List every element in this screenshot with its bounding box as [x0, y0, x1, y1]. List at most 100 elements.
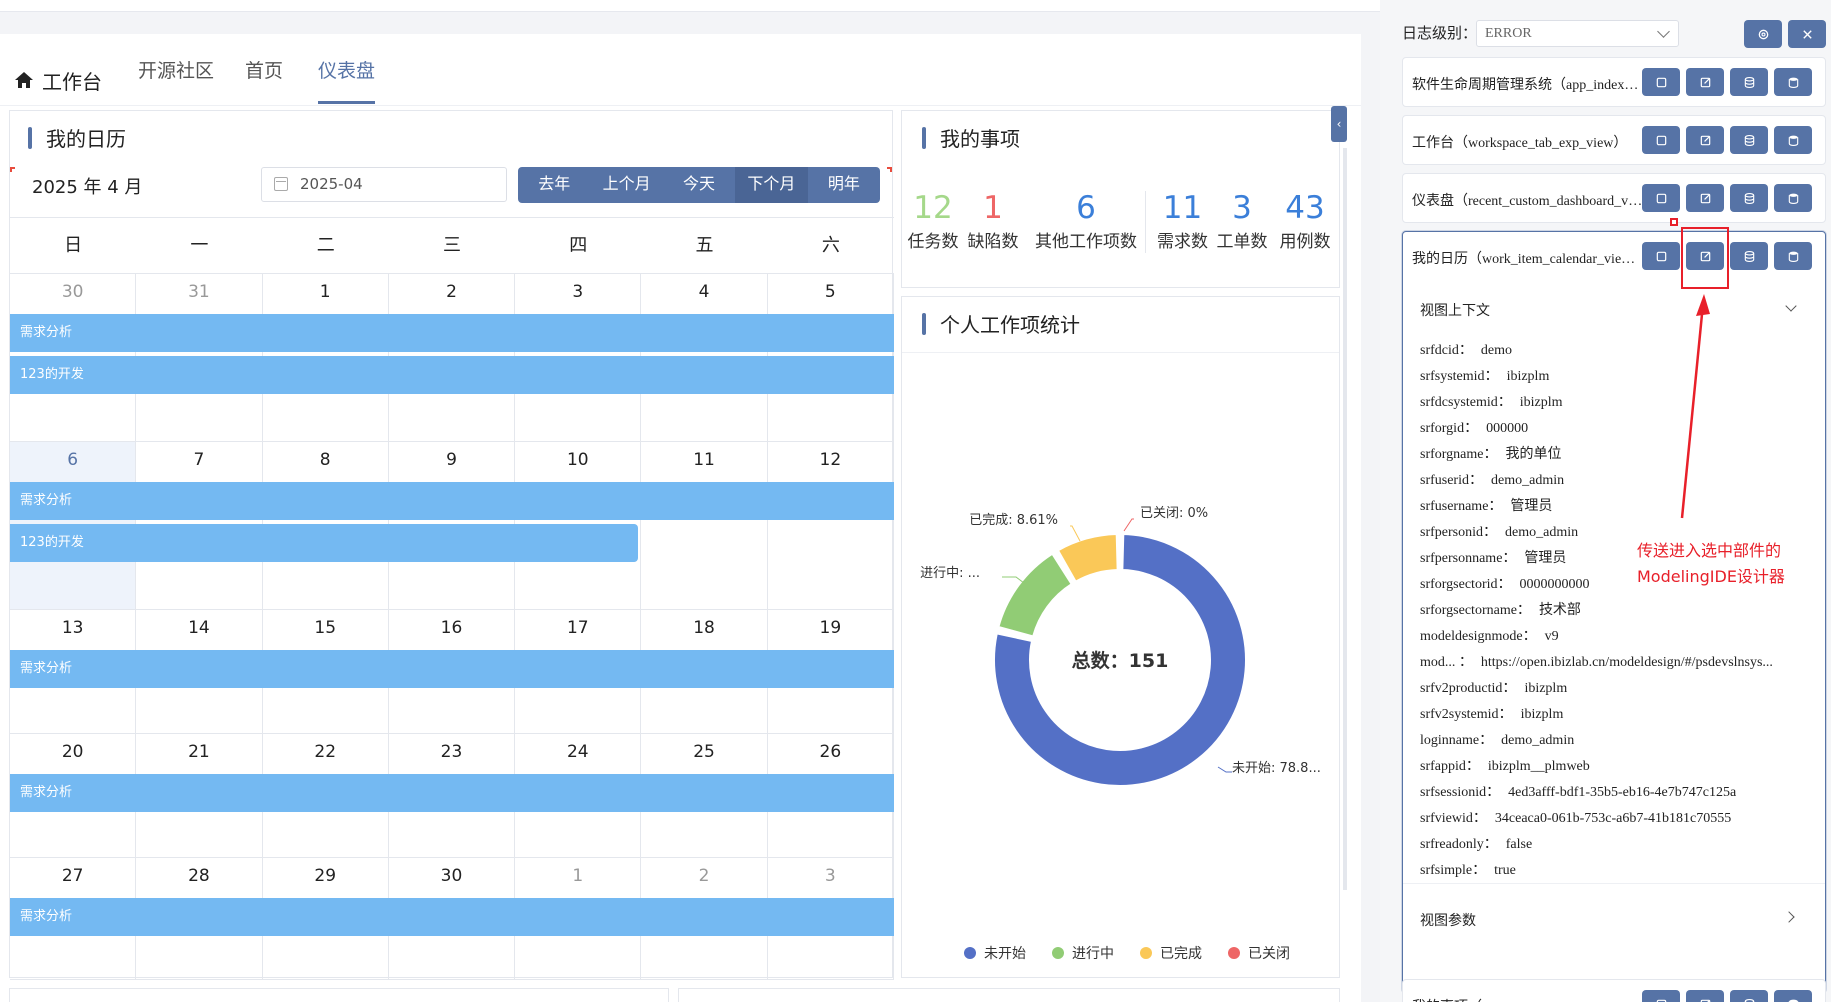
tab-community[interactable]: 开源社区	[138, 56, 214, 104]
stat-item[interactable]: 12 任务数	[902, 191, 964, 252]
calendar-event[interactable]: 需求分析	[10, 898, 894, 936]
tab-workspace[interactable]: 工作台	[14, 56, 102, 104]
month-picker-input[interactable]: 2025-04	[261, 167, 507, 202]
stat-label: 任务数	[907, 232, 959, 252]
chart-legend: 未开始 进行中 已完成 已关闭	[964, 943, 1290, 963]
stat-item[interactable]: 11 需求数	[1150, 191, 1215, 252]
context-value: 技术部	[1538, 603, 1581, 618]
calendar-day-cell[interactable]: 11	[641, 442, 768, 609]
calendar-event[interactable]: 需求分析	[10, 314, 894, 352]
panel-row-title: 我的事项（recent_recent_summary_vi...	[1412, 996, 1644, 1002]
data-button[interactable]	[1774, 126, 1812, 154]
donut-slice[interactable]	[1056, 533, 1119, 583]
legend-item[interactable]: 已完成	[1140, 943, 1202, 963]
database-icon	[1788, 193, 1798, 204]
model-button[interactable]	[1730, 242, 1768, 270]
prev-month-button[interactable]: 上个月	[590, 167, 662, 203]
tab-bar: 工作台 开源社区 首页 仪表盘	[0, 34, 1361, 106]
annotation-line: 传送进入选中部件的	[1637, 541, 1782, 560]
view-params-header[interactable]: 视图参数	[1420, 910, 1476, 930]
copy-icon	[1656, 999, 1666, 1002]
prev-year-button[interactable]: 去年	[518, 167, 590, 203]
copy-icon	[1656, 193, 1666, 203]
stat-item[interactable]: 43 用例数	[1269, 191, 1341, 252]
log-level-label: 日志级别：	[1402, 24, 1478, 42]
donut-total-label: 总数：151	[1072, 649, 1169, 672]
chevron-down-icon[interactable]	[1785, 300, 1797, 312]
context-key: srfsystemid：	[1420, 369, 1499, 384]
calendar-card: 我的日历 2025 年 4 月 2025-04 去年 上个月 今天 下个月 明年…	[9, 110, 894, 980]
database-icon	[1744, 250, 1754, 262]
data-button[interactable]	[1774, 184, 1812, 212]
data-button[interactable]	[1774, 990, 1812, 1002]
model-button[interactable]	[1730, 126, 1768, 154]
copy-button[interactable]	[1642, 126, 1680, 154]
context-value: 管理员	[1510, 499, 1553, 514]
created-work-card	[678, 988, 1340, 1002]
settings-button[interactable]	[1744, 20, 1782, 48]
context-entry: srfviewid： 34ceaca0-061b-753c-a6b7-41b181…	[1420, 807, 1810, 827]
context-entry: srforgsectorname： 技术部	[1420, 599, 1810, 619]
calendar-event[interactable]: 需求分析	[10, 482, 894, 520]
context-key: srforgsectorid：	[1420, 577, 1512, 592]
panel-row[interactable]: 软件生命周期管理系统（app_index_v...	[1402, 57, 1826, 107]
annotation-arrow	[1680, 294, 1710, 519]
context-value: demo	[1480, 343, 1512, 358]
open-designer-button[interactable]	[1686, 184, 1724, 212]
collapse-panel-button[interactable]: ‹	[1331, 106, 1347, 142]
calendar-day-cell[interactable]: 12	[768, 442, 894, 609]
tab-home[interactable]: 首页	[245, 56, 283, 104]
weekday-label: 四	[569, 235, 588, 256]
stat-item[interactable]: 6 其他工作项数	[1022, 191, 1150, 252]
personal-stats-card: 个人工作项统计 未开始: 78.8... 进行中: ... 已完成: 8.61% 已关…	[901, 296, 1340, 978]
slice-label: 已完成: 8.61%	[969, 513, 1058, 528]
donut-slice[interactable]	[997, 552, 1073, 638]
panel-row[interactable]: 我的事项（recent_recent_summary_vi...	[1402, 979, 1826, 1002]
view-context-header[interactable]: 视图上下文	[1420, 300, 1490, 320]
panel-row-title: 工作台（workspace_tab_exp_view）	[1412, 136, 1628, 151]
legend-item[interactable]: 已关闭	[1228, 943, 1290, 963]
context-value: ibizplm	[1520, 707, 1564, 722]
next-year-button[interactable]: 明年	[808, 167, 880, 203]
stat-item[interactable]: 1 缺陷数	[964, 191, 1022, 252]
legend-item[interactable]: 进行中	[1052, 943, 1114, 963]
panel-row[interactable]: 我的日历（work_item_calendar_view） 视图上下文 srfdci…	[1402, 231, 1826, 993]
data-button[interactable]	[1774, 68, 1812, 96]
open-designer-button[interactable]	[1686, 68, 1724, 96]
context-value: 34ceaca0-061b-753c-a6b7-41b181c70555	[1494, 811, 1732, 826]
next-month-button[interactable]: 下个月	[735, 167, 808, 203]
model-button[interactable]	[1730, 184, 1768, 212]
legend-item[interactable]: 未开始	[964, 943, 1026, 963]
context-value: 4ed3afff-bdf1-35b5-eb16-4e7b747c125a	[1508, 785, 1737, 800]
context-value: demo_admin	[1491, 473, 1565, 488]
scrollbar[interactable]	[1343, 148, 1347, 890]
calendar-icon	[274, 177, 288, 191]
database-icon	[1744, 998, 1754, 1002]
copy-button[interactable]	[1642, 68, 1680, 96]
open-designer-button[interactable]	[1686, 990, 1724, 1002]
data-button[interactable]	[1774, 242, 1812, 270]
calendar-event[interactable]: 123的开发	[10, 356, 894, 394]
copy-button[interactable]	[1642, 990, 1680, 1002]
calendar-event[interactable]: 需求分析	[10, 650, 894, 688]
open-designer-button[interactable]	[1686, 126, 1724, 154]
context-value: ibizplm__plmweb	[1487, 759, 1590, 774]
calendar-event[interactable]: 123的开发	[10, 524, 638, 562]
copy-button[interactable]	[1642, 242, 1680, 270]
tab-dashboard[interactable]: 仪表盘	[318, 56, 376, 104]
model-button[interactable]	[1730, 990, 1768, 1002]
model-button[interactable]	[1730, 68, 1768, 96]
panel-row[interactable]: 工作台（workspace_tab_exp_view）	[1402, 115, 1826, 165]
context-value: 000000	[1486, 421, 1529, 436]
context-key: srfappid：	[1420, 759, 1480, 774]
log-level-select[interactable]: ERROR	[1476, 20, 1679, 47]
weekday-label: 三	[442, 235, 461, 256]
chevron-right-icon[interactable]	[1783, 911, 1795, 923]
context-value: true	[1494, 863, 1516, 878]
panel-row[interactable]: 仪表盘（recent_custom_dashboard_vie...	[1402, 173, 1826, 223]
close-button[interactable]	[1788, 20, 1826, 48]
copy-button[interactable]	[1642, 184, 1680, 212]
stat-item[interactable]: 3 工单数	[1215, 191, 1269, 252]
today-button[interactable]: 今天	[663, 167, 735, 203]
calendar-event[interactable]: 需求分析	[10, 774, 894, 812]
